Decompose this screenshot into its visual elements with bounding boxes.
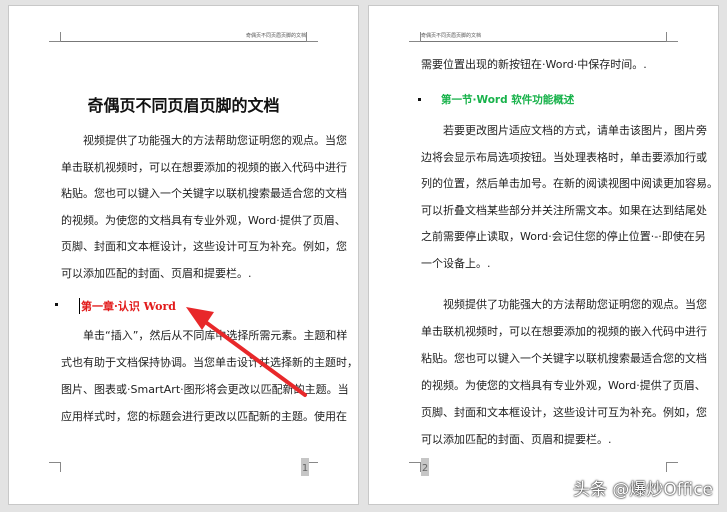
- annotation-arrow: [186, 307, 307, 397]
- watermark: 头条 @爆炒Office: [572, 480, 713, 500]
